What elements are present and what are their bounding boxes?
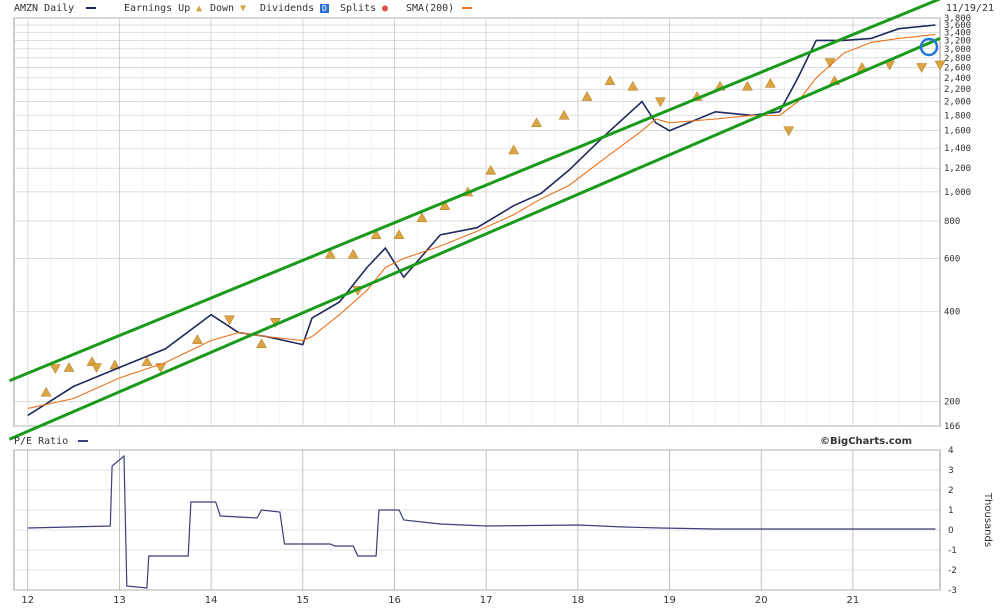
pe-tick-label: 3: [948, 466, 954, 476]
price-tick-label: 400: [944, 307, 960, 317]
pe-tick-label: 2: [948, 486, 954, 496]
price-panel-frame: [13, 17, 941, 427]
x-tick-label: 15: [296, 595, 309, 606]
price-tick-label: 1,600: [944, 127, 971, 137]
chart-canvas: 1662004006008001,0001,2001,4001,6001,800…: [8, 0, 993, 606]
pe-tick-label: -3: [948, 586, 957, 596]
price-tick-label: 1,800: [944, 111, 971, 121]
pe-tick-label: 0: [948, 526, 954, 536]
pe-legend-label: P/E Ratio: [14, 436, 69, 447]
x-tick-label: 16: [388, 595, 401, 606]
price-tick-label: 1,000: [944, 188, 971, 198]
price-tick-label: 800: [944, 217, 960, 227]
price-tick-label: 200: [944, 398, 960, 408]
price-tick-label: 1,400: [944, 144, 971, 154]
price-tick-label: 2,000: [944, 98, 971, 108]
x-axis: 12 13 14 15 16 17 18 19 20 21: [21, 595, 859, 606]
x-tick-label: 21: [847, 595, 860, 606]
pe-legend-swatch: [78, 440, 89, 442]
pe-legend: P/E Ratio: [14, 436, 89, 447]
price-tick-label: 166: [944, 422, 960, 432]
x-tick-label: 20: [755, 595, 768, 606]
x-tick-label: 13: [113, 595, 126, 606]
x-tick-label: 17: [480, 595, 493, 606]
x-tick-label: 14: [205, 595, 218, 606]
pe-tick-label: 4: [948, 446, 954, 456]
credit-label: ©BigCharts.com: [820, 436, 913, 447]
price-y-axis: 166 200 400 600 800 1,000 1,200 1,400 1,600 1,800…: [944, 14, 971, 432]
price-tick-label: 2,200: [944, 85, 971, 95]
pe-tick-label: 1: [948, 506, 954, 516]
price-tick-label: 2,600: [944, 63, 971, 73]
price-tick-label: 2,400: [944, 74, 971, 84]
x-tick-label: 19: [663, 595, 676, 606]
pe-tick-label: -1: [948, 546, 957, 556]
price-tick-label: 1,200: [944, 164, 971, 174]
pe-tick-label: -2: [948, 566, 957, 576]
price-tick-label: 600: [944, 255, 960, 265]
x-tick-label: 18: [571, 595, 584, 606]
x-tick-label: 12: [21, 595, 34, 606]
pe-panel-frame: [13, 449, 941, 591]
pe-y-axis: -3 -2 -1 0 1 2 3 4: [948, 446, 957, 596]
price-tick-label: 3,800: [944, 14, 971, 24]
pe-y-label: Thousands: [982, 492, 993, 547]
price-tick-label: 2,800: [944, 54, 971, 64]
